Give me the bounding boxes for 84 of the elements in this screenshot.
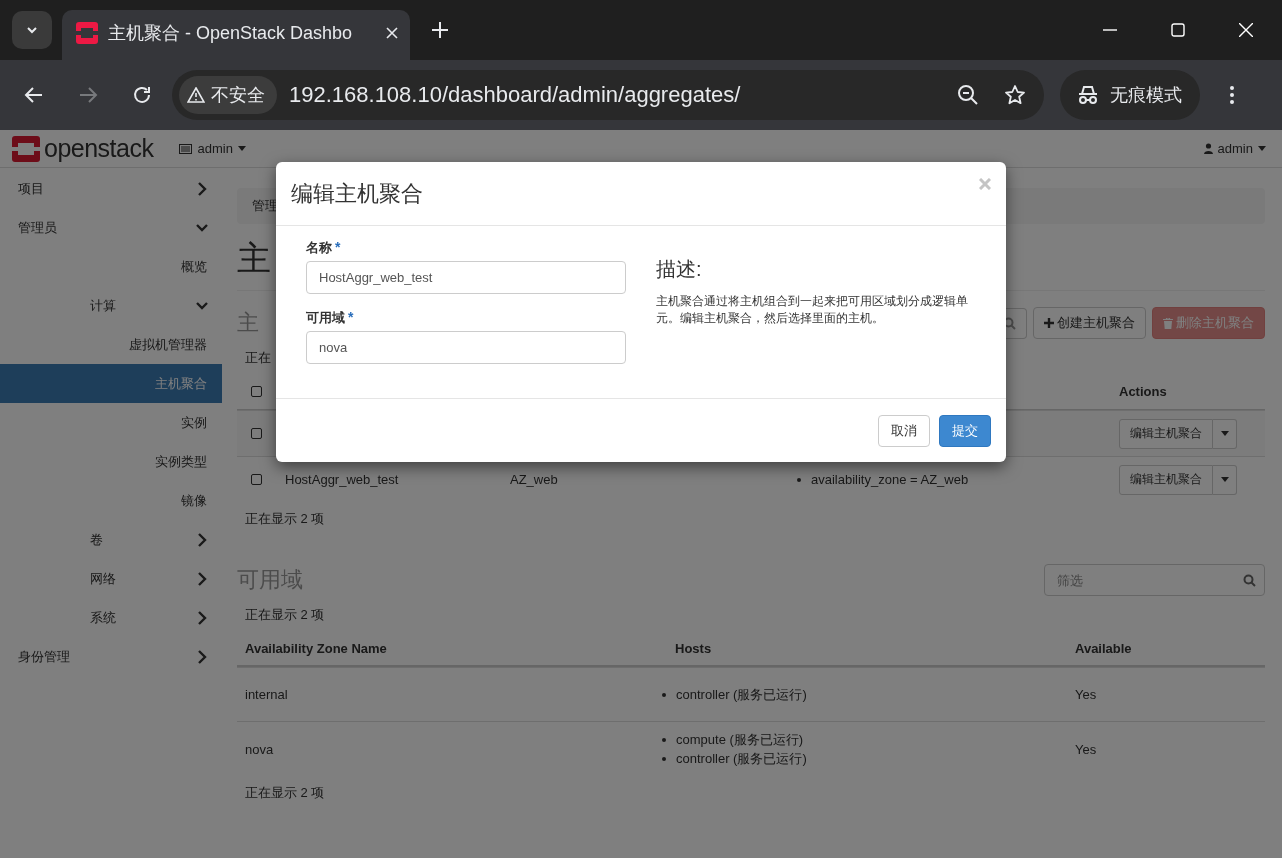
input-field[interactable]: nova xyxy=(306,331,626,364)
browser-tab[interactable]: 主机聚合 - OpenStack Dashbo xyxy=(62,10,410,60)
sidebar-item[interactable]: 系统 xyxy=(0,598,222,637)
table-cell: internal xyxy=(245,687,288,702)
item-count: 正在显示 2 项 xyxy=(245,510,325,528)
table-cell: Yes xyxy=(1075,741,1097,757)
item-count: 正在显示 2 项 xyxy=(245,605,325,624)
url-text: 192.168.108.10/dashboard/admin/aggregates/ xyxy=(289,82,741,108)
sidebar-item[interactable]: 概览 xyxy=(0,247,222,286)
security-chip[interactable]: 不安全 xyxy=(179,76,277,114)
sidebar-item[interactable]: 实例类型 xyxy=(0,442,222,481)
warning-icon xyxy=(187,87,205,103)
table-cell: nova xyxy=(245,741,274,757)
dropdown-toggle[interactable] xyxy=(1213,464,1237,495)
sidebar-item[interactable]: 身份管理 xyxy=(0,637,222,676)
sidebar-item[interactable]: 项目 xyxy=(0,169,222,208)
project-dropdown[interactable]: admin xyxy=(179,141,246,156)
table-cell: AZ_web xyxy=(510,472,558,487)
sidebar-item[interactable]: 实例 xyxy=(0,403,222,442)
plus-icon xyxy=(1044,318,1054,328)
checkbox[interactable] xyxy=(251,386,262,397)
zoom-icon[interactable] xyxy=(957,84,979,106)
new-tab-icon[interactable] xyxy=(432,22,448,38)
field-label: 名称 xyxy=(306,239,332,257)
chevron-right-icon xyxy=(196,181,208,196)
caret-icon xyxy=(1258,146,1266,151)
item-count: 正在显示 2 项 xyxy=(245,784,325,802)
forward-icon[interactable] xyxy=(78,85,98,105)
sidebar-item[interactable]: 卷 xyxy=(0,520,222,559)
cancel-button[interactable]: 取消 xyxy=(878,414,930,447)
item-count: 正在 xyxy=(245,348,271,367)
host-item: controller (服务已运行) xyxy=(676,686,807,704)
user-icon xyxy=(1203,143,1213,154)
column-header: Actions xyxy=(1119,384,1167,399)
search-icon xyxy=(1003,316,1016,330)
sidebar-item[interactable]: 镜像 xyxy=(0,481,222,520)
dialog-title: 编辑主机聚合 xyxy=(291,179,424,208)
openstack-logo-icon xyxy=(12,135,40,162)
submit-button[interactable]: 提交 xyxy=(939,414,991,447)
field-label: 可用域 xyxy=(306,309,345,327)
incognito-button[interactable]: 无痕模式 xyxy=(1060,70,1200,120)
maximize-icon[interactable] xyxy=(1171,23,1185,37)
dropdown-toggle[interactable] xyxy=(1213,418,1237,449)
column-header: Available xyxy=(1075,640,1132,656)
caret-icon xyxy=(1220,477,1229,482)
input-field[interactable]: HostAggr_web_test xyxy=(306,261,626,294)
address-bar[interactable]: 不安全 192.168.108.10/dashboard/admin/aggregates/ xyxy=(172,70,1044,120)
required-mark: * xyxy=(348,309,354,327)
user-dropdown[interactable]: admin xyxy=(1203,141,1266,156)
menu-icon[interactable] xyxy=(1230,85,1234,105)
checkbox[interactable] xyxy=(251,428,262,439)
edit-button[interactable]: 编辑主机聚合 xyxy=(1119,418,1213,449)
reload-icon[interactable] xyxy=(132,85,152,105)
incognito-icon xyxy=(1076,85,1100,105)
search-icon xyxy=(1243,574,1256,587)
chevron-right-icon xyxy=(196,571,208,586)
checkbox[interactable] xyxy=(251,474,262,485)
openstack-logo-icon xyxy=(76,22,98,44)
back-icon[interactable] xyxy=(24,85,44,105)
host-item: compute (服务已运行) xyxy=(676,731,804,749)
create-button[interactable]: 创建主机聚合 xyxy=(1033,307,1146,339)
column-header: Availability Zone Name xyxy=(245,640,387,656)
sidebar-item[interactable]: 计算 xyxy=(0,286,222,325)
sidebar-item[interactable]: 管理员 xyxy=(0,208,222,247)
sidebar-item[interactable]: 虚拟机管理器 xyxy=(0,325,222,364)
caret-icon xyxy=(1220,431,1229,436)
column-header: Hosts xyxy=(675,640,712,656)
table-cell: Yes xyxy=(1075,687,1097,702)
required-mark: * xyxy=(335,239,341,257)
logo-text: openstack xyxy=(44,134,154,163)
sidebar-item[interactable]: 网络 xyxy=(0,559,222,598)
star-icon[interactable] xyxy=(1004,84,1026,106)
chevron-right-icon xyxy=(196,649,208,664)
chevron-right-icon xyxy=(196,610,208,625)
edit-button[interactable]: 编辑主机聚合 xyxy=(1119,464,1213,495)
metadata-item: availability_zone = AZ_web xyxy=(811,471,969,489)
project-icon xyxy=(179,143,193,154)
description-text: 主机聚合通过将主机组合到一起来把可用区域划分成逻辑单元。编辑主机聚合，然后选择里面的主机。 xyxy=(656,293,969,327)
table-cell: HostAggr_web_test xyxy=(285,472,399,487)
description-heading: 描述: xyxy=(656,257,703,282)
chevron-right-icon xyxy=(196,532,208,547)
host-item: controller (服务已运行) xyxy=(676,750,807,768)
sidebar-item[interactable]: 主机聚合 xyxy=(0,364,222,403)
caret-icon xyxy=(237,146,246,151)
